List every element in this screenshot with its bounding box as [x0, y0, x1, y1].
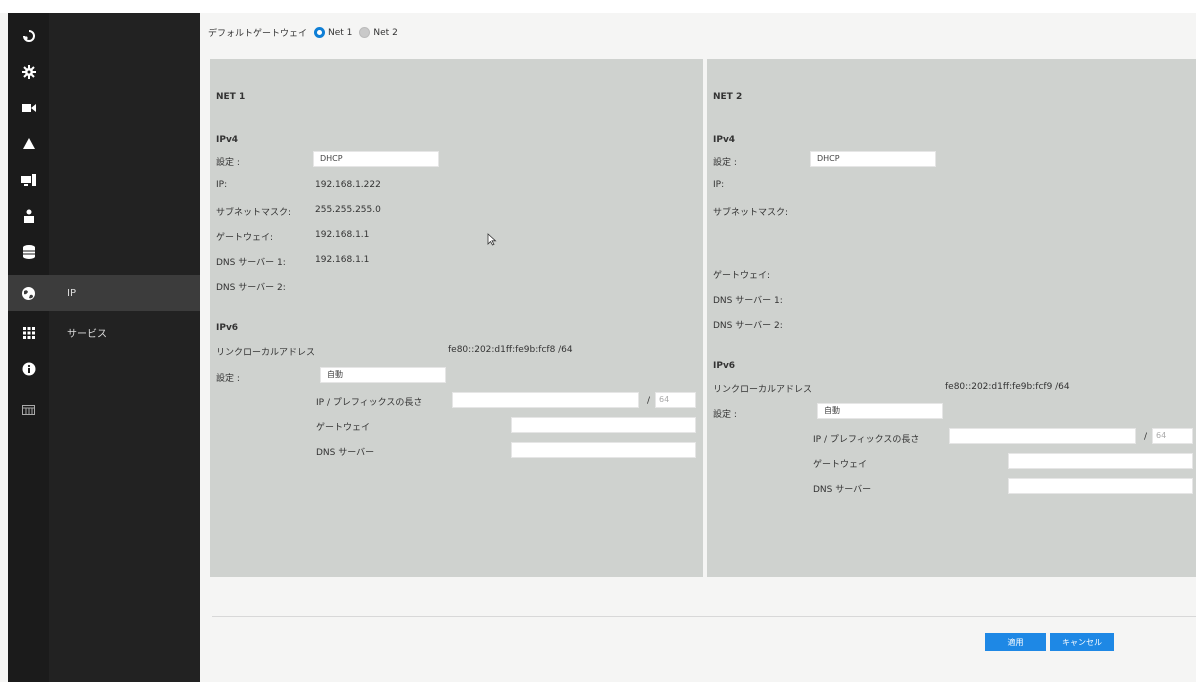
net1-setting-label: 設定 : [216, 158, 240, 168]
sidebar-item-label: IP [67, 287, 76, 299]
net1-linklocal-value: fe80::202:d1ff:fe9b:fcf8 /64 [448, 345, 573, 355]
net1-dns2-label: DNS サーバー 2: [216, 283, 286, 293]
net1-dns1-label: DNS サーバー 1: [216, 258, 286, 268]
net1-panel: NET 1 IPv4 設定 : DHCP IP: 192.168.1.222 サ… [210, 59, 703, 577]
apps-icon[interactable] [8, 315, 49, 351]
apply-button[interactable]: 適用 [985, 633, 1046, 651]
net1-radio-label[interactable]: Net 1 [328, 28, 352, 38]
net1-ip-value: 192.168.1.222 [315, 180, 381, 190]
default-gateway-selector: デフォルトゲートウェイ Net 1 Net 2 [208, 26, 398, 39]
net2-gateway-label: ゲートウェイ: [713, 271, 771, 281]
net1-v6-dns-label: DNS サーバー [316, 448, 375, 458]
footer-divider [212, 616, 1196, 617]
net1-ipv4-mode-select[interactable]: DHCP [313, 151, 439, 167]
net2-panel: NET 2 IPv4 設定 : DHCP IP: サブネットマスク: ゲートウェ… [707, 59, 1196, 577]
net2-dns2-label: DNS サーバー 2: [713, 321, 783, 331]
net1-gateway-label: ゲートウェイ: [216, 233, 274, 243]
net2-linklocal-label: リンクローカルアドレス [713, 385, 813, 395]
main-content: デフォルトゲートウェイ Net 1 Net 2 NET 1 IPv4 設定 : … [200, 13, 1196, 682]
net1-linklocal-label: リンクローカルアドレス [216, 348, 316, 358]
gear-icon[interactable] [8, 54, 49, 90]
net2-prefix-length-input[interactable]: 64 [1152, 428, 1193, 444]
net1-dns1-value: 192.168.1.1 [315, 255, 370, 265]
database-icon[interactable] [8, 234, 49, 270]
net1-title: NET 1 [216, 92, 246, 102]
net2-ipv4-mode-select[interactable]: DHCP [810, 151, 936, 167]
net1-ip-label: IP: [216, 180, 228, 190]
net1-subnet-value: 255.255.255.0 [315, 205, 381, 215]
net2-radio[interactable] [359, 27, 371, 38]
network-icon[interactable] [8, 275, 49, 311]
logout-icon[interactable] [8, 18, 49, 54]
calendar-icon[interactable] [8, 391, 49, 427]
net2-prefix-label: IP / プレフィックスの長さ [813, 435, 920, 445]
sub-navigation: IP サービス [49, 13, 200, 682]
net1-prefix-separator: / [647, 396, 651, 406]
net2-title: NET 2 [713, 92, 743, 102]
net2-prefix-separator: / [1144, 432, 1148, 442]
mouse-cursor-icon [487, 233, 497, 249]
icon-sidebar [8, 13, 49, 682]
net1-radio[interactable] [314, 27, 326, 38]
net1-gateway-value: 192.168.1.1 [315, 230, 370, 240]
sidebar-item-label: サービス [67, 328, 107, 340]
net2-ipv6-gateway-input[interactable] [1008, 453, 1193, 469]
net1-ipv6-gateway-input[interactable] [511, 417, 696, 433]
net1-prefix-length-input[interactable]: 64 [655, 392, 696, 408]
sidebar-item-ip[interactable]: IP [49, 275, 200, 311]
net2-ipv6-dns-input[interactable] [1008, 478, 1193, 494]
net1-ipv4-title: IPv4 [216, 135, 239, 145]
net2-v6-gateway-label: ゲートウェイ [813, 460, 868, 470]
info-icon[interactable] [8, 351, 49, 387]
net2-v6-dns-label: DNS サーバー [813, 485, 872, 495]
net2-ipv4-title: IPv4 [713, 135, 736, 145]
net2-ipv6-mode-select[interactable]: 自動 [817, 403, 943, 419]
net2-setting-label: 設定 : [713, 158, 737, 168]
net1-v6-setting-label: 設定 : [216, 374, 240, 384]
alarm-icon[interactable] [8, 126, 49, 162]
net1-subnet-label: サブネットマスク: [216, 208, 292, 218]
net1-ipv6-address-input[interactable] [452, 392, 639, 408]
net2-subnet-label: サブネットマスク: [713, 208, 789, 218]
net1-ipv6-mode-select[interactable]: 自動 [320, 367, 446, 383]
net2-radio-label[interactable]: Net 2 [373, 28, 397, 38]
top-bar [0, 0, 1196, 13]
net2-dns1-label: DNS サーバー 1: [713, 296, 783, 306]
net2-ipv6-address-input[interactable] [949, 428, 1136, 444]
monitor-icon[interactable] [8, 162, 49, 198]
cancel-button[interactable]: キャンセル [1050, 633, 1114, 651]
net2-ip-label: IP: [713, 180, 725, 190]
sidebar-item-services[interactable]: サービス [49, 314, 200, 350]
net2-linklocal-value: fe80::202:d1ff:fe9b:fcf9 /64 [945, 382, 1070, 392]
net2-v6-setting-label: 設定 : [713, 410, 737, 420]
net1-ipv6-title: IPv6 [216, 323, 239, 333]
user-icon[interactable] [8, 198, 49, 234]
camera-icon[interactable] [8, 90, 49, 126]
default-gateway-label: デフォルトゲートウェイ [208, 29, 308, 39]
net1-v6-gateway-label: ゲートウェイ [316, 423, 371, 433]
net2-ipv6-title: IPv6 [713, 361, 736, 371]
net1-ipv6-dns-input[interactable] [511, 442, 696, 458]
net1-prefix-label: IP / プレフィックスの長さ [316, 398, 423, 408]
